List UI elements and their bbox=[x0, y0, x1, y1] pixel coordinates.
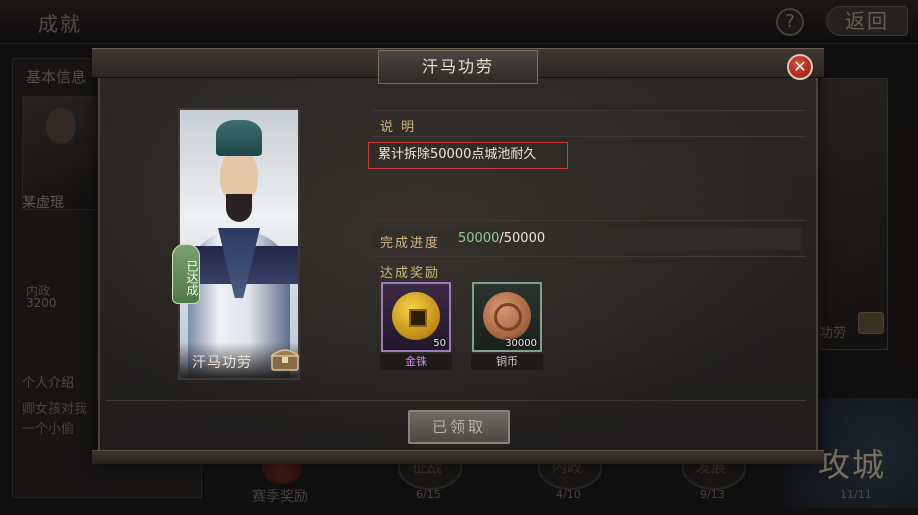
card-name: 汗马功劳 bbox=[192, 355, 252, 371]
reward-slot-copper[interactable]: 30000 bbox=[472, 282, 542, 352]
rewards-label: 达成奖励 bbox=[380, 266, 441, 281]
close-button[interactable]: ✕ bbox=[787, 54, 813, 80]
copper-coin-icon bbox=[483, 292, 531, 340]
card-art-hat bbox=[216, 120, 262, 156]
reward-name-gold: 金铢 bbox=[380, 354, 452, 370]
gold-coin-icon bbox=[392, 292, 440, 340]
reward-slot-gold[interactable]: 50 bbox=[381, 282, 451, 352]
divider bbox=[372, 136, 806, 137]
dialog-bottom-band bbox=[92, 450, 824, 464]
description-text: 累计拆除50000点城池耐久 bbox=[368, 142, 568, 169]
reward-count: 50 bbox=[433, 338, 446, 349]
completed-badge: 已达成 bbox=[172, 244, 200, 304]
divider bbox=[106, 400, 806, 401]
description-label: 说 明 bbox=[380, 120, 417, 135]
claimed-button[interactable]: 已领取 bbox=[408, 410, 510, 444]
reward-count: 30000 bbox=[505, 338, 537, 349]
progress-value: 50000/50000 bbox=[458, 231, 545, 246]
progress-label: 完成进度 bbox=[380, 236, 441, 251]
divider bbox=[372, 256, 806, 257]
achievement-card bbox=[178, 108, 300, 380]
divider bbox=[372, 220, 806, 221]
reward-name-copper: 铜币 bbox=[471, 354, 543, 370]
divider bbox=[372, 110, 806, 111]
card-art-beard bbox=[226, 194, 252, 222]
progress-total: 50000 bbox=[503, 231, 546, 246]
chest-icon bbox=[270, 349, 300, 371]
progress-current: 50000 bbox=[458, 231, 500, 246]
dialog-title: 汗马功劳 bbox=[378, 50, 538, 84]
